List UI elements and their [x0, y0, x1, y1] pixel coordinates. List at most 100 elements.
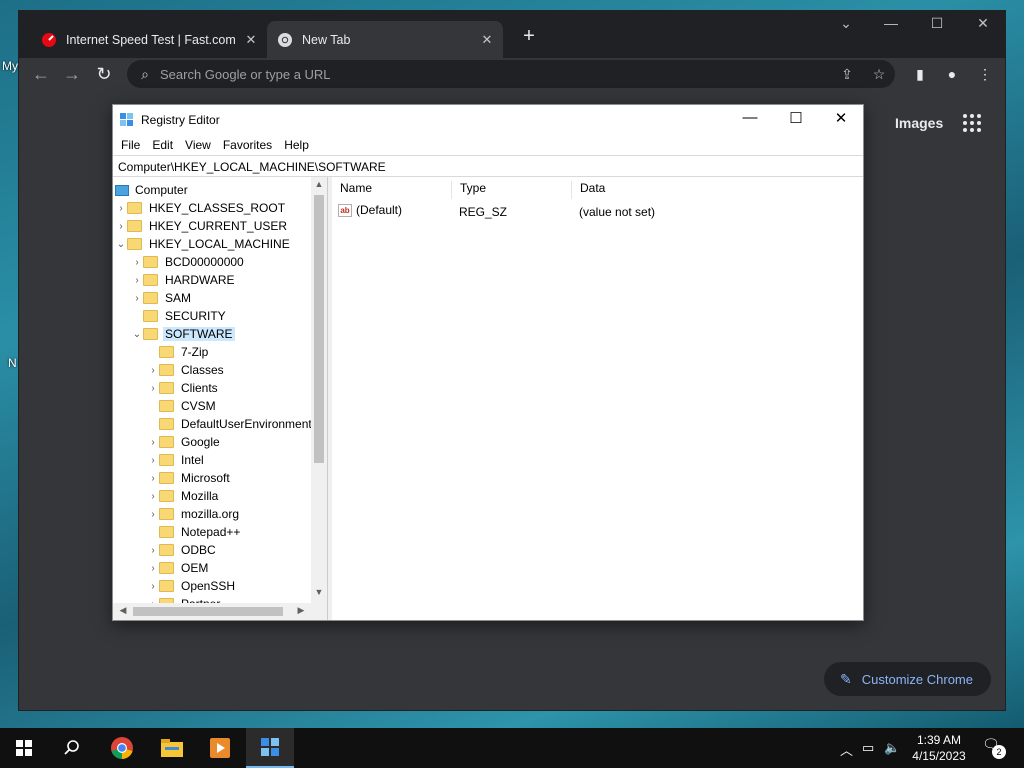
registry-tree[interactable]: Computer › HKEY_CLASSES_ROOT › HKEY_CURRENT_… — [113, 177, 328, 620]
column-header-name[interactable]: Name — [332, 181, 452, 199]
tab-fast-com[interactable]: Internet Speed Test | Fast.com ✕ — [31, 21, 267, 58]
search-button[interactable] — [48, 728, 96, 768]
expand-chevron-icon[interactable]: › — [147, 581, 159, 592]
title-bar[interactable]: Registry Editor — ☐ ✕ — [113, 105, 863, 135]
side-panel-icon[interactable]: ▮ — [910, 64, 930, 84]
tree-node[interactable]: 7-Zip — [147, 343, 210, 361]
forward-arrow-icon[interactable]: → — [59, 61, 85, 87]
expand-chevron-icon[interactable]: › — [147, 437, 159, 448]
scroll-down-arrow-icon[interactable]: ▼ — [311, 587, 327, 597]
tree-node[interactable]: ⌄ HKEY_LOCAL_MACHINE — [115, 235, 292, 253]
tab-new-tab[interactable]: New Tab ✕ — [267, 21, 503, 58]
google-apps-grid-icon[interactable] — [963, 114, 981, 132]
scrollbar-thumb[interactable] — [314, 195, 324, 463]
expand-chevron-icon[interactable]: › — [131, 293, 143, 304]
expand-chevron-icon[interactable]: › — [147, 473, 159, 484]
tree-node[interactable]: › HKEY_CURRENT_USER — [115, 217, 289, 235]
profile-avatar-icon[interactable]: ● — [942, 64, 962, 84]
scrollbar-thumb[interactable] — [133, 607, 283, 616]
expand-chevron-icon[interactable]: › — [131, 275, 143, 286]
tree-node[interactable]: › SAM — [131, 289, 193, 307]
tree-node[interactable]: DefaultUserEnvironment — [147, 415, 314, 433]
desktop-icon-label[interactable]: My — [2, 59, 18, 73]
taskbar-media-player[interactable] — [196, 728, 244, 768]
tree-node[interactable]: Notepad++ — [147, 523, 242, 541]
close-icon[interactable]: ✕ — [826, 109, 856, 127]
tree-node[interactable]: ⌄ SOFTWARE — [131, 325, 235, 343]
customize-chrome-button[interactable]: ✎ Customize Chrome — [824, 662, 991, 696]
tree-node[interactable]: CVSM — [147, 397, 218, 415]
taskbar-registry-editor[interactable] — [246, 728, 294, 768]
menu-help[interactable]: Help — [278, 135, 315, 155]
reload-icon[interactable]: ↻ — [91, 61, 117, 87]
expand-chevron-icon[interactable]: › — [147, 365, 159, 376]
taskbar-chrome[interactable] — [98, 728, 146, 768]
address-bar[interactable]: Computer\HKEY_LOCAL_MACHINE\SOFTWARE — [113, 155, 863, 177]
tab-search-chevron-icon[interactable]: ⌄ — [834, 15, 858, 32]
values-list[interactable]: Name Type Data ab (Default) REG_SZ (value… — [332, 177, 863, 620]
collapse-chevron-icon[interactable]: ⌄ — [131, 329, 143, 340]
tree-node[interactable]: Computer — [113, 181, 190, 199]
desktop-icon-label[interactable]: N — [8, 356, 17, 370]
volume-icon[interactable]: 🔈 — [884, 740, 900, 756]
column-header-data[interactable]: Data — [572, 181, 862, 199]
expand-chevron-icon[interactable]: › — [147, 491, 159, 502]
show-hidden-icons-chevron-icon[interactable]: ︿ — [840, 740, 853, 759]
value-row[interactable]: ab (Default) REG_SZ (value not set) — [338, 203, 858, 221]
back-arrow-icon[interactable]: ← — [28, 61, 54, 87]
bookmark-star-icon[interactable]: ☆ — [870, 65, 888, 83]
menu-favorites[interactable]: Favorites — [217, 135, 278, 155]
tree-node[interactable]: › OpenSSH — [147, 577, 237, 595]
images-link[interactable]: Images — [895, 115, 943, 131]
omnibox-search-input[interactable]: ⌕ Search Google or type a URL ⇪ ☆ — [127, 60, 895, 88]
maximize-icon[interactable]: ☐ — [781, 109, 811, 127]
tree-node[interactable]: › Google — [147, 433, 222, 451]
expand-chevron-icon[interactable]: › — [147, 383, 159, 394]
menu-edit[interactable]: Edit — [146, 135, 179, 155]
tab-close-icon[interactable]: ✕ — [477, 32, 497, 48]
scroll-left-arrow-icon[interactable]: ◀ — [115, 605, 131, 616]
minimize-icon[interactable]: — — [879, 15, 903, 31]
maximize-icon[interactable]: ☐ — [925, 15, 949, 32]
new-tab-plus-icon[interactable]: + — [517, 25, 541, 48]
expand-chevron-icon[interactable]: › — [115, 221, 127, 232]
menu-file[interactable]: File — [115, 135, 146, 155]
scroll-right-arrow-icon[interactable]: ▶ — [293, 605, 309, 616]
collapse-chevron-icon[interactable]: ⌄ — [115, 239, 127, 250]
tree-node[interactable]: › Classes — [147, 361, 226, 379]
tree-node[interactable]: › ODBC — [147, 541, 218, 559]
start-button[interactable] — [0, 728, 48, 768]
close-icon[interactable]: ✕ — [971, 15, 995, 32]
expand-chevron-icon[interactable]: › — [147, 455, 159, 466]
minimize-icon[interactable]: — — [735, 109, 765, 126]
expand-chevron-icon[interactable]: › — [147, 563, 159, 574]
expand-chevron-icon[interactable]: › — [147, 509, 159, 520]
expand-chevron-icon[interactable]: › — [115, 203, 127, 214]
tree-node[interactable]: › mozilla.org — [147, 505, 241, 523]
tree-horizontal-scrollbar[interactable]: ◀ ▶ — [113, 603, 327, 620]
tree-vertical-scrollbar[interactable]: ▲ ▼ — [311, 177, 327, 603]
taskbar-file-explorer[interactable] — [148, 728, 196, 768]
tree-node[interactable]: › Mozilla — [147, 487, 220, 505]
clock[interactable]: 1:39 AM 4/15/2023 — [906, 732, 972, 764]
action-center-button[interactable]: 🗨 2 — [982, 736, 1006, 760]
folder-icon — [127, 238, 142, 250]
expand-chevron-icon[interactable]: › — [131, 257, 143, 268]
share-icon[interactable]: ⇪ — [838, 65, 856, 83]
tree-node[interactable]: › Microsoft — [147, 469, 232, 487]
tree-node[interactable]: › OEM — [147, 559, 210, 577]
tree-node[interactable]: › Clients — [147, 379, 220, 397]
tree-node[interactable]: SECURITY — [131, 307, 228, 325]
kebab-menu-icon[interactable]: ⋮ — [975, 64, 995, 84]
tab-close-icon[interactable]: ✕ — [241, 32, 261, 48]
network-icon[interactable]: ▭ — [862, 740, 874, 756]
tree-node[interactable]: › BCD00000000 — [131, 253, 246, 271]
expand-chevron-icon[interactable]: › — [147, 545, 159, 556]
menu-view[interactable]: View — [179, 135, 217, 155]
tree-node[interactable]: › Intel — [147, 451, 206, 469]
tree-node[interactable]: › HARDWARE — [131, 271, 237, 289]
tree-node-label: BCD00000000 — [165, 255, 244, 269]
scroll-up-arrow-icon[interactable]: ▲ — [311, 179, 327, 189]
column-header-type[interactable]: Type — [452, 181, 572, 199]
tree-node[interactable]: › HKEY_CLASSES_ROOT — [115, 199, 287, 217]
